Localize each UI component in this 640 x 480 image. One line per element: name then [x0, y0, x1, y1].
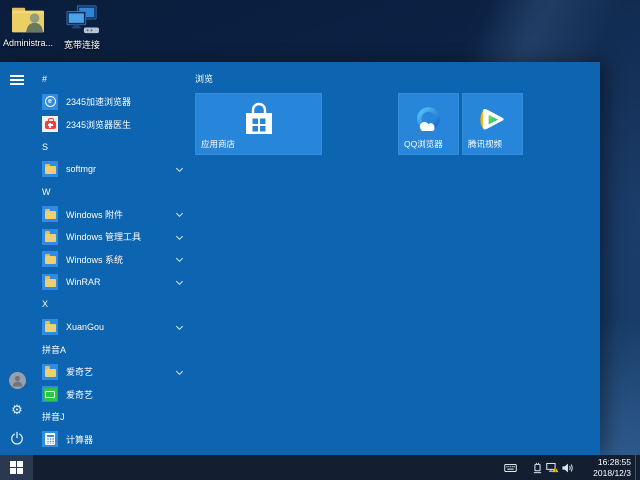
2345-doctor-icon — [42, 116, 58, 133]
desktop-icon-broadband[interactable]: 宽带连接 — [56, 4, 108, 51]
clock-date: 2018/12/3 — [593, 467, 631, 478]
folder-icon — [42, 251, 58, 268]
start-folder-item[interactable]: Windows 附件 — [36, 203, 188, 226]
desktop-icon-administrator[interactable]: Administra... — [2, 4, 54, 51]
start-app-item[interactable]: 爱奇艺 — [36, 383, 188, 406]
start-list-header[interactable]: S — [36, 136, 188, 159]
chevron-down-icon[interactable] — [175, 278, 183, 286]
show-desktop-button[interactable] — [635, 455, 640, 480]
volume-icon[interactable] — [560, 455, 575, 480]
system-tray: 16:28:55 2018/12/3 — [503, 455, 640, 480]
chevron-down-icon[interactable] — [175, 255, 183, 263]
chevron-down-icon[interactable] — [175, 165, 183, 173]
power-icon[interactable] — [7, 428, 27, 448]
usb-device-icon[interactable] — [530, 455, 545, 480]
folder-icon — [42, 273, 58, 290]
qq-browser-icon — [412, 104, 445, 137]
chevron-down-icon[interactable] — [175, 210, 183, 218]
start-menu-rail: ⚙ — [0, 62, 34, 455]
folder-icon — [42, 363, 58, 380]
store-icon — [239, 102, 279, 138]
iqiyi-icon — [42, 386, 58, 403]
tile-label: 腾讯视频 — [468, 139, 503, 149]
folder-icon — [42, 161, 58, 178]
start-app-item[interactable]: 2345加速浏览器 — [36, 91, 188, 114]
calculator-icon — [42, 431, 58, 448]
screen: Administra... 宽带连接 ⚙ # e 2345加速浏览器 2345浏… — [0, 0, 640, 480]
start-folder-item[interactable]: Windows 管理工具 — [36, 226, 188, 249]
start-list-header[interactable]: 拼音J — [36, 406, 188, 429]
start-button[interactable] — [0, 455, 33, 480]
broadband-connection-icon — [63, 4, 101, 36]
user-folder-icon — [9, 4, 47, 36]
start-folder-item[interactable]: WinRAR — [36, 271, 188, 294]
2345-browser-icon — [42, 93, 58, 110]
settings-gear-icon[interactable]: ⚙ — [7, 400, 27, 420]
tile-tencent-video[interactable]: 腾讯视频 — [462, 93, 523, 155]
tile-qq-browser[interactable]: QQ浏览器 — [398, 93, 459, 155]
tile-area: 浏览 应用商店 QQ浏览器 腾讯视频 — [195, 72, 523, 155]
hamburger-menu-icon[interactable] — [10, 75, 24, 85]
start-menu: ⚙ # 2345加速浏览器 2345浏览器医生 S — [0, 62, 600, 455]
chevron-down-icon[interactable] — [175, 323, 183, 331]
start-folder-item[interactable]: 爱奇艺 — [36, 361, 188, 384]
desktop-icon-label: 宽带连接 — [63, 40, 100, 50]
start-folder-item[interactable]: softmgr — [36, 158, 188, 181]
user-avatar-icon[interactable] — [7, 370, 27, 390]
folder-icon — [42, 228, 58, 245]
desktop-icon-area: Administra... 宽带连接 — [2, 4, 108, 51]
touch-keyboard-icon[interactable] — [503, 455, 518, 480]
taskbar-clock[interactable]: 16:28:55 2018/12/3 — [575, 457, 635, 478]
tile-label: QQ浏览器 — [404, 139, 443, 149]
windows-logo-icon — [10, 461, 23, 474]
start-app-list: # 2345加速浏览器 2345浏览器医生 S softmgr W Window… — [36, 68, 188, 451]
start-app-item[interactable]: 2345浏览器医生 — [36, 113, 188, 136]
start-list-header[interactable]: W — [36, 181, 188, 204]
start-list-header[interactable]: X — [36, 293, 188, 316]
chevron-down-icon[interactable] — [175, 368, 183, 376]
tile-store[interactable]: 应用商店 — [195, 93, 322, 155]
start-list-header[interactable]: # — [36, 68, 188, 91]
chevron-down-icon[interactable] — [175, 233, 183, 241]
start-folder-item[interactable]: Windows 系统 — [36, 248, 188, 271]
network-warning-icon[interactable] — [545, 455, 560, 480]
tile-label: 应用商店 — [201, 139, 236, 149]
tencent-video-icon — [477, 105, 508, 136]
tile-group-label[interactable]: 浏览 — [195, 72, 523, 84]
clock-time: 16:28:55 — [597, 457, 631, 467]
desktop-icon-label: Administra... — [2, 38, 53, 48]
folder-icon — [42, 318, 58, 335]
start-list-header[interactable]: 拼音A — [36, 338, 188, 361]
folder-icon — [42, 206, 58, 223]
start-folder-item[interactable]: XuanGou — [36, 316, 188, 339]
taskbar: 16:28:55 2018/12/3 — [0, 455, 640, 480]
start-app-item[interactable]: 计算器 — [36, 428, 188, 451]
